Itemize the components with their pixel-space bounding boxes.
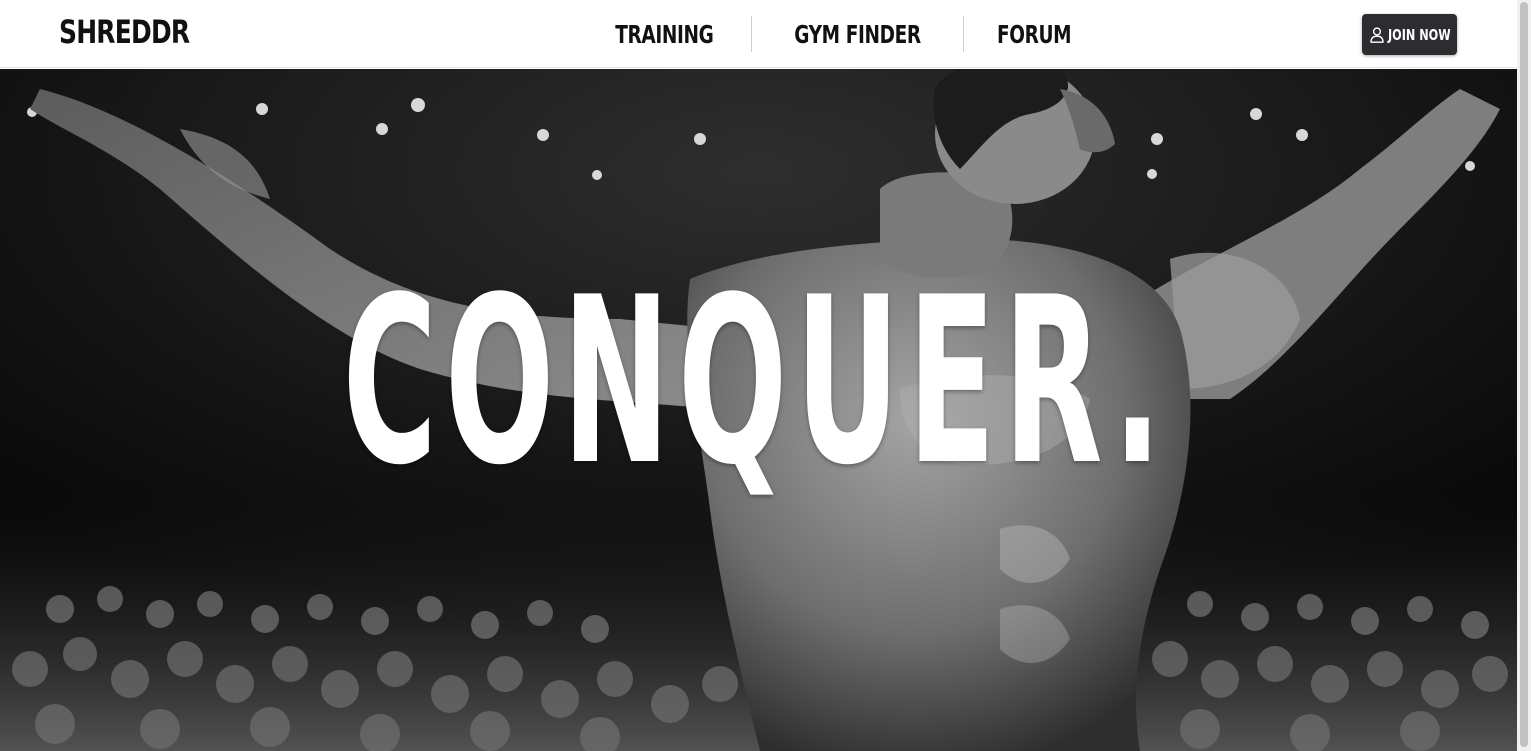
nav-item-gym-finder[interactable]: GYM FINDER [750,16,963,52]
page: SHREDDR TRAINING GYM FINDER FORUM JOIN N… [0,0,1531,751]
nav-item-label: TRAINING [615,19,714,49]
top-navbar: SHREDDR TRAINING GYM FINDER FORUM JOIN N… [0,0,1517,68]
join-now-label: JOIN NOW [1387,25,1451,44]
nav-item-forum[interactable]: FORUM [962,16,1104,52]
brand-logo[interactable]: SHREDDR [59,12,190,52]
nav-item-label: GYM FINDER [793,19,921,49]
join-now-button[interactable]: JOIN NOW [1362,14,1457,55]
nav-item-label: FORUM [996,19,1072,49]
hero-headline: CONQUER. [342,249,1170,516]
main-nav: TRAINING GYM FINDER FORUM [578,16,1104,52]
scrollbar-thumb[interactable] [1520,2,1528,747]
user-icon [1369,26,1384,43]
nav-item-training[interactable]: TRAINING [578,16,751,52]
hero-section: CONQUER. [0,69,1517,751]
page-scrollbar[interactable] [1517,0,1531,751]
